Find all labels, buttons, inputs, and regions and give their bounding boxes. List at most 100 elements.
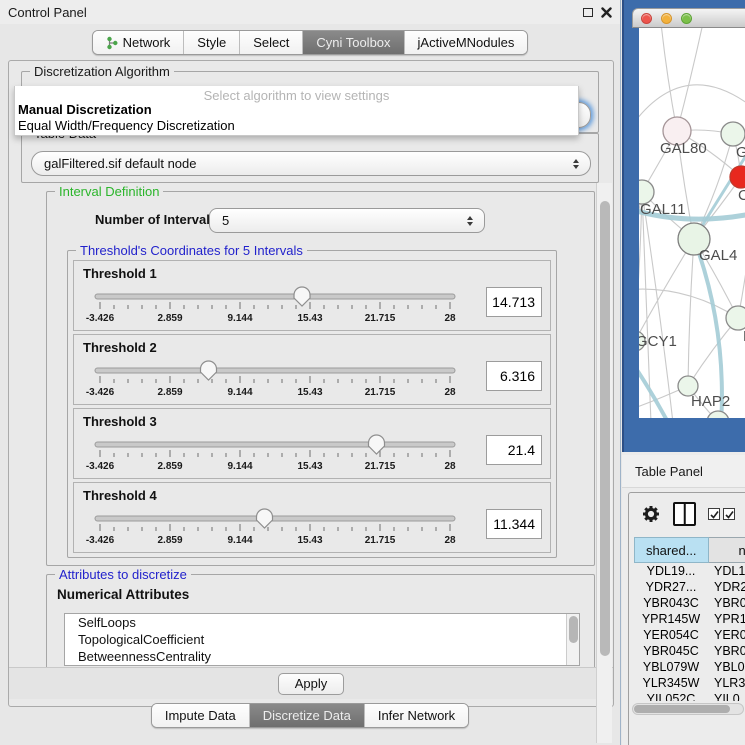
tick-label: -3.426 [86, 313, 114, 324]
network-node[interactable] [721, 122, 745, 146]
network-edge[interactable] [661, 28, 677, 131]
tab-style[interactable]: Style [184, 31, 240, 54]
tab-impute-data[interactable]: Impute Data [152, 704, 250, 727]
threshold-value-field[interactable]: 21.4 [486, 435, 542, 465]
tick-label: 28 [444, 313, 455, 324]
network-edge[interactable] [639, 85, 745, 124]
checkbox-icon[interactable] [723, 508, 735, 520]
network-edge[interactable] [694, 239, 722, 418]
table-cell: YBR043C [634, 595, 708, 611]
network-edge[interactable] [688, 318, 738, 386]
table-row[interactable]: YBR043CYBR0 [634, 595, 745, 611]
close-light[interactable] [641, 13, 652, 24]
algorithm-option[interactable]: Equal Width/Frequency Discretization [15, 118, 578, 134]
tab-infer-network[interactable]: Infer Network [365, 704, 468, 727]
num-intervals-combo[interactable]: 5 [209, 208, 485, 233]
tick-label: 9.144 [227, 387, 252, 398]
network-node-h[interactable] [726, 306, 745, 330]
threshold-label: Threshold 4 [83, 488, 157, 503]
table-row[interactable]: YDL19...YDL1 [634, 563, 745, 579]
tab-label: Select [253, 35, 289, 50]
close-icon[interactable] [601, 7, 612, 18]
cyni-toolbox-content: Discretization Algorithm Select algorith… [8, 60, 614, 707]
threshold-slider[interactable]: -3.4262.8599.14415.4321.71528 [92, 433, 464, 477]
slider-thumb[interactable] [368, 435, 384, 454]
threshold-slider[interactable]: -3.4262.8599.14415.4321.71528 [92, 285, 464, 329]
table-data-group: Table Data galFiltered.sif default node [21, 133, 599, 183]
columns-icon[interactable] [673, 502, 696, 526]
attribute-item[interactable]: TopologicalCoefficient [65, 631, 579, 648]
node-label: GAL80 [660, 140, 707, 157]
table-cell: YBR045C [634, 643, 708, 659]
network-canvas[interactable]: GAL80GACGAL11GAL4GCY1HHAP2 [639, 28, 745, 418]
tab-label: Impute Data [165, 708, 236, 723]
tab-cyni-toolbox[interactable]: Cyni Toolbox [303, 31, 404, 54]
network-view-window[interactable]: GAL80GACGAL11GAL4GCY1HHAP2 [622, 0, 745, 452]
table-cell: YER054C [634, 627, 708, 643]
list-scrollbar[interactable] [566, 614, 579, 665]
group-title: Threshold's Coordinates for 5 Intervals [76, 243, 307, 258]
column-header[interactable]: na [709, 537, 745, 563]
table-toolbar [629, 493, 745, 535]
tab-label: Discretize Data [263, 708, 351, 723]
network-edge[interactable] [738, 228, 745, 318]
content-scrollbar[interactable] [596, 183, 612, 743]
network-edge[interactable] [677, 28, 703, 131]
attribute-item[interactable]: BetweennessCentrality [65, 648, 579, 665]
table-cell: YDL19... [634, 563, 708, 579]
tick-label: 21.715 [365, 461, 396, 472]
table-row[interactable]: YER054CYER0 [634, 627, 745, 643]
minimize-light[interactable] [661, 13, 672, 24]
threshold-slider[interactable]: -3.4262.8599.14415.4321.71528 [92, 507, 464, 551]
table-row[interactable]: YLR345WYLR3 [634, 675, 745, 691]
tab-label: Network [123, 35, 171, 50]
network-node[interactable] [707, 411, 729, 418]
slider-thumb[interactable] [294, 287, 310, 306]
table-data-value: galFiltered.sif default node [44, 156, 196, 171]
num-intervals-label: Number of Intervals [95, 212, 217, 227]
threshold-slider[interactable]: -3.4262.8599.14415.4321.71528 [92, 359, 464, 403]
checkbox-icon[interactable] [708, 508, 720, 520]
tab-label: jActiveMNodules [418, 35, 515, 50]
table-cell: YDR27... [634, 579, 708, 595]
threshold-value-field[interactable]: 6.316 [486, 361, 542, 391]
table-hscrollbar[interactable] [632, 703, 744, 715]
apply-button[interactable]: Apply [278, 673, 344, 695]
threshold-panel: Threshold 2-3.4262.8599.14415.4321.71528… [73, 334, 551, 405]
threshold-value-field[interactable]: 11.344 [486, 509, 542, 539]
tab-jactivemnodules[interactable]: jActiveMNodules [405, 31, 528, 54]
tab-select[interactable]: Select [240, 31, 303, 54]
network-window-titlebar[interactable] [632, 8, 745, 28]
tab-label: Style [197, 35, 226, 50]
network-edge[interactable] [688, 239, 694, 386]
table-row[interactable]: YPR145WYPR1 [634, 611, 745, 627]
float-icon[interactable] [583, 8, 593, 17]
algorithm-dropdown-popup: Select algorithm to view settings Manual… [14, 86, 579, 136]
numerical-attributes-list[interactable]: SelfLoopsTopologicalCoefficientBetweenne… [64, 613, 580, 666]
apply-row: Apply [9, 667, 613, 699]
table-cell: YBR0 [708, 643, 745, 659]
algorithm-option[interactable]: Manual Discretization [15, 102, 578, 118]
table-row[interactable]: YBR045CYBR0 [634, 643, 745, 659]
slider-thumb[interactable] [200, 361, 216, 380]
table-row[interactable]: YDR27...YDR2 [634, 579, 745, 595]
table-cell: YBL0 [708, 659, 745, 675]
threshold-value-field[interactable]: 14.713 [486, 287, 542, 317]
tab-network[interactable]: Network [93, 31, 185, 54]
tab-discretize-data[interactable]: Discretize Data [250, 704, 365, 727]
threshold-label: Threshold 1 [83, 266, 157, 281]
slider-thumb[interactable] [256, 509, 272, 528]
tick-label: 21.715 [365, 387, 396, 398]
gear-icon[interactable] [641, 504, 661, 524]
network-edge[interactable] [639, 289, 738, 318]
table-data-combo[interactable]: galFiltered.sif default node [31, 151, 591, 176]
attribute-item[interactable]: SelfLoops [65, 614, 579, 631]
table-row[interactable]: YBL079WYBL0 [634, 659, 745, 675]
attributes-group: Attributes to discretize Numerical Attri… [46, 574, 595, 670]
column-header[interactable]: shared... [634, 537, 709, 563]
zoom-light[interactable] [681, 13, 692, 24]
table-row[interactable]: YIL052CYIL0 [634, 691, 745, 701]
group-title: Attributes to discretize [55, 567, 191, 582]
threshold-panel: Threshold 4 -3.4262.8599.14415.4321.71528… [73, 482, 551, 553]
control-panel-window: Control Panel NetworkStyleSelectCyni Too… [0, 0, 621, 745]
